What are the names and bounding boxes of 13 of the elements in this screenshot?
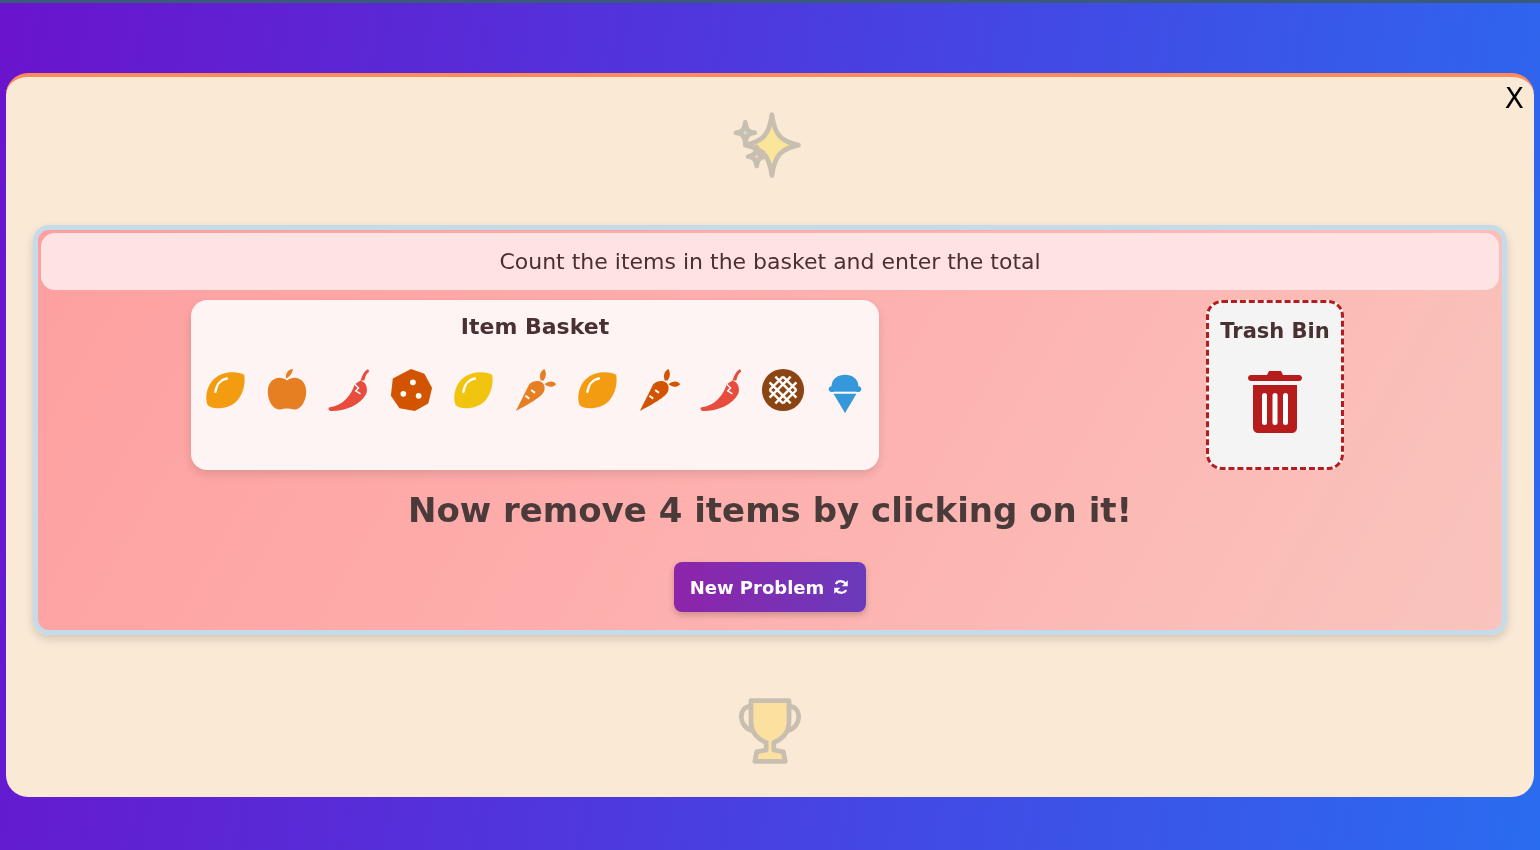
instruction-text: Count the items in the basket and enter the total	[499, 249, 1041, 274]
trash-bin-title: Trash Bin	[1220, 319, 1330, 343]
prompt-text: Now remove 4 items by clicking on it!	[407, 490, 1133, 530]
chili-pepper-icon[interactable]	[326, 367, 372, 413]
pie-icon[interactable]	[760, 367, 806, 413]
close-button[interactable]: X	[1502, 85, 1526, 113]
trash-icon	[1247, 369, 1303, 433]
chili-pepper-icon[interactable]	[698, 367, 744, 413]
new-problem-button[interactable]: New Problem	[673, 562, 867, 612]
refresh-icon	[832, 578, 851, 596]
cookie-icon[interactable]	[388, 367, 434, 413]
basket-title: Item Basket	[460, 314, 610, 339]
trash-bin-zone[interactable]: Trash Bin	[1206, 300, 1344, 470]
